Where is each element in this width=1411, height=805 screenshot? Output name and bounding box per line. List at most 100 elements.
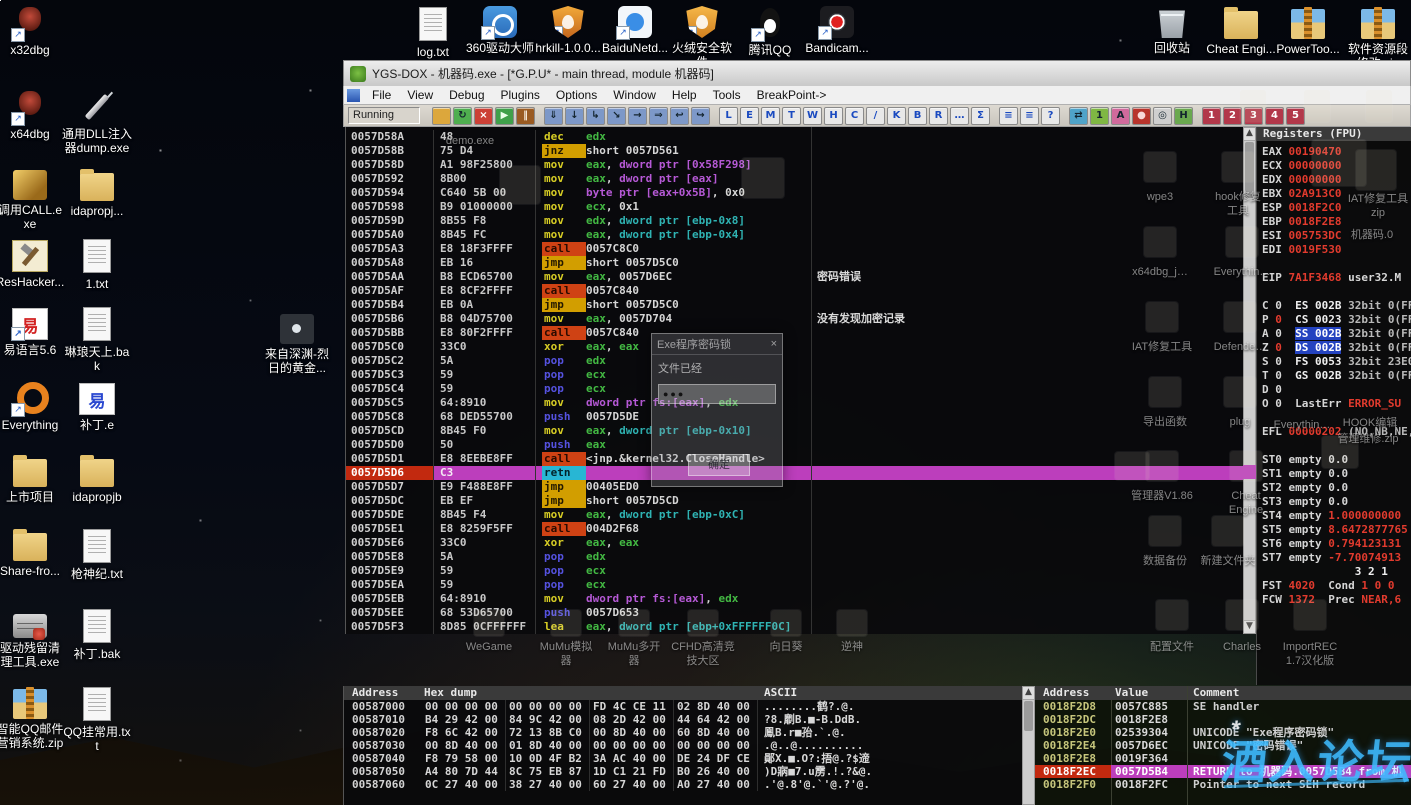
desktop-icon[interactable]: 琳琅天上.bak — [62, 306, 132, 373]
disasm-row[interactable]: 0057D5C868 DED55700push0057D5DE — [346, 410, 1243, 424]
disasm-row[interactable]: 0057D5AAB8 ECD65700moveax, 0057D6EC密码错误 — [346, 270, 1243, 284]
desktop-icon[interactable]: 驱动残留清理工具.exe — [0, 608, 65, 669]
disasm-row[interactable]: 0057D5AFE8 8CF2FFFFcall0057C840 — [346, 284, 1243, 298]
menu-help[interactable]: Help — [664, 86, 705, 104]
toolbar-button[interactable]: Σ — [971, 107, 990, 125]
scroll-up-icon[interactable]: ▲ — [1023, 687, 1034, 700]
toolbar-button[interactable]: M — [761, 107, 780, 125]
toolbar-button[interactable]: ↩ — [670, 107, 689, 125]
toolbar-button[interactable]: 1 — [1202, 107, 1221, 125]
scroll-up-icon[interactable]: ▲ — [1244, 128, 1255, 141]
disasm-row[interactable]: 0057D5B4EB 0Ajmpshort 0057D5C0 — [346, 298, 1243, 312]
menu-view[interactable]: View — [399, 86, 441, 104]
toolbar-button[interactable]: ? — [1041, 107, 1060, 125]
desktop-icon[interactable]: idapropjb — [62, 454, 132, 504]
disasm-row[interactable]: 0057D5B6B8 04D75700moveax, 0057D704没有发现加… — [346, 312, 1243, 326]
disasm-row[interactable]: 0057D594C640 5B 00movbyte ptr [eax+0x5B]… — [346, 186, 1243, 200]
toolbar-button[interactable]: ↘ — [607, 107, 626, 125]
toolbar-button[interactable]: B — [908, 107, 927, 125]
disasm-row[interactable]: 0057D5DE8B45 F4moveax, dword ptr [ebp-0x… — [346, 508, 1243, 522]
menu-window[interactable]: Window — [605, 86, 664, 104]
toolbar-button[interactable]: K — [887, 107, 906, 125]
dump-row[interactable]: 00587020F8 6C 42 0072 13 8B C000 8D 40 0… — [344, 726, 1022, 739]
disasm-row[interactable]: 0057D59D8B55 F8movedx, dword ptr [ebp-0x… — [346, 214, 1243, 228]
disasm-row[interactable]: 0057D5E633C0xoreax, eax — [346, 536, 1243, 550]
menu-debug[interactable]: Debug — [441, 86, 492, 104]
toolbar-button[interactable]: ● — [1132, 107, 1151, 125]
desktop-icon[interactable]: ↗hrkill-1.0.0... — [533, 6, 603, 55]
toolbar-button[interactable]: ↳ — [586, 107, 605, 125]
dialog-close-icon[interactable]: × — [771, 338, 777, 350]
desktop-icon[interactable]: 智能QQ邮件营销系统.zip — [0, 686, 65, 750]
desktop-icon[interactable]: idapropj... — [62, 168, 132, 218]
toolbar-button[interactable]: ≡ — [999, 107, 1018, 125]
desktop-icon[interactable]: 上市项目 — [0, 454, 65, 504]
menu-plugins[interactable]: Plugins — [493, 86, 548, 104]
desktop-icon[interactable]: 回收站 — [1137, 6, 1207, 55]
hex-dump-pane[interactable]: Address Hex dump ASCII 0058700000 00 00 … — [343, 686, 1022, 805]
toolbar-button[interactable]: C — [845, 107, 864, 125]
desktop-icon[interactable]: 1.txt — [62, 238, 132, 291]
desktop-icon[interactable]: 易补丁.e — [62, 381, 132, 432]
menu-options[interactable]: Options — [548, 86, 605, 104]
toolbar-button[interactable]: L — [719, 107, 738, 125]
desktop-icon[interactable]: ↗x32dbg — [0, 6, 65, 57]
toolbar-button[interactable]: 1 — [1090, 107, 1109, 125]
disasm-row[interactable]: 0057D5928B00moveax, dword ptr [eax] — [346, 172, 1243, 186]
dump-row[interactable]: 00587040F8 79 58 0010 0D 4F B23A AC 40 0… — [344, 752, 1022, 765]
desktop-icon[interactable]: QQ挂常用.txt — [62, 686, 132, 753]
dump-row[interactable]: 0058700000 00 00 0000 00 00 00FD 4C CE 1… — [344, 700, 1022, 713]
disasm-row[interactable]: 0057D5A8EB 16jmpshort 0057D5C0 — [346, 256, 1243, 270]
desktop-icon[interactable]: 调用CALL.exe — [0, 168, 65, 231]
desktop-icon[interactable]: PowerToo... — [1273, 6, 1343, 56]
toolbar-button[interactable]: ↓ — [565, 107, 584, 125]
desktop-icon[interactable]: ↗Everything — [0, 381, 65, 432]
toolbar-button[interactable]: ▶ — [495, 107, 514, 125]
stack-row[interactable]: 0018F2DC0018F2E8 — [1035, 713, 1411, 726]
desktop-icon[interactable]: 补丁.bak — [62, 608, 132, 661]
dump-scrollbar[interactable]: ▲ — [1022, 686, 1035, 805]
toolbar-button[interactable]: ↪ — [691, 107, 710, 125]
toolbar-button[interactable]: ◎ — [1153, 107, 1172, 125]
toolbar-button[interactable]: W — [803, 107, 822, 125]
desktop-icon[interactable]: log.txt — [398, 6, 468, 59]
toolbar-button[interactable]: ‖ — [516, 107, 535, 125]
debugger-titlebar[interactable]: YGS-DOX - 机器码.exe - [*G.P.U* - main thre… — [343, 60, 1411, 86]
dump-row[interactable]: 00587050A4 80 7D 448C 75 EB 871D C1 21 F… — [344, 765, 1022, 778]
dialog-ok-button[interactable]: 确定 — [688, 454, 750, 476]
disasm-row[interactable]: 0057D5E1E8 8259F5FFcall004D2F68 — [346, 522, 1243, 536]
disasm-row[interactable]: 0057D5A3E8 18F3FFFFcall0057C8C0 — [346, 242, 1243, 256]
disasm-row[interactable]: 0057D5C459popecx — [346, 382, 1243, 396]
toolbar-button[interactable]: T — [782, 107, 801, 125]
toolbar-button[interactable]: × — [474, 107, 493, 125]
password-input[interactable]: ●●● — [658, 384, 776, 404]
scrollbar-thumb[interactable] — [1024, 701, 1033, 731]
disasm-row[interactable]: 0057D5EA59popecx — [346, 578, 1243, 592]
desktop-icon[interactable]: ↗360驱动大师 — [465, 6, 535, 55]
toolbar-button[interactable]: / — [866, 107, 885, 125]
disasm-row[interactable]: 0057D5EB64:8910movdword ptr fs:[eax], ed… — [346, 592, 1243, 606]
menu-file[interactable]: File — [364, 86, 399, 104]
desktop-icon[interactable]: Cheat Engi... — [1206, 6, 1276, 56]
disasm-row[interactable]: 0057D5C359popecx — [346, 368, 1243, 382]
dump-row[interactable]: 0058703000 8D 40 0001 8D 40 0000 00 00 0… — [344, 739, 1022, 752]
disasm-row[interactable]: 0057D5BBE8 80F2FFFFcall0057C840 — [346, 326, 1243, 340]
desktop-icon[interactable]: ResHacker... — [0, 238, 65, 289]
dump-row[interactable]: 005870600C 27 40 0038 27 40 0060 27 40 0… — [344, 778, 1022, 791]
toolbar-button[interactable]: ⇒ — [649, 107, 668, 125]
menu-tools[interactable]: Tools — [705, 86, 749, 104]
desktop-icon[interactable]: 易↗易语言5.6 — [0, 306, 65, 357]
disasm-row[interactable]: 0057D5A08B45 FCmoveax, dword ptr [ebp-0x… — [346, 228, 1243, 242]
desktop-icon[interactable]: 来自深渊-烈日的黄金... — [262, 312, 332, 375]
toolbar-button[interactable]: ≡ — [1020, 107, 1039, 125]
dump-row[interactable]: 00587010B4 29 42 0084 9C 42 0008 2D 42 0… — [344, 713, 1022, 726]
toolbar-button[interactable]: R — [929, 107, 948, 125]
desktop-icon[interactable]: 枪神纪.txt — [62, 528, 132, 581]
desktop-icon[interactable]: ↗腾讯QQ — [735, 6, 805, 57]
toolbar-button[interactable]: ⇄ — [1069, 107, 1088, 125]
desktop-icon[interactable]: ↗x64dbg — [0, 90, 65, 141]
desktop-icon[interactable]: ↗BaiduNetd... — [600, 6, 670, 55]
stack-row[interactable]: 0018F2D80057C885SE handler — [1035, 700, 1411, 713]
disasm-row[interactable]: 0057D5D6C3retn — [346, 466, 1243, 480]
disasm-row[interactable]: 0057D5DCEB EFjmpshort 0057D5CD — [346, 494, 1243, 508]
